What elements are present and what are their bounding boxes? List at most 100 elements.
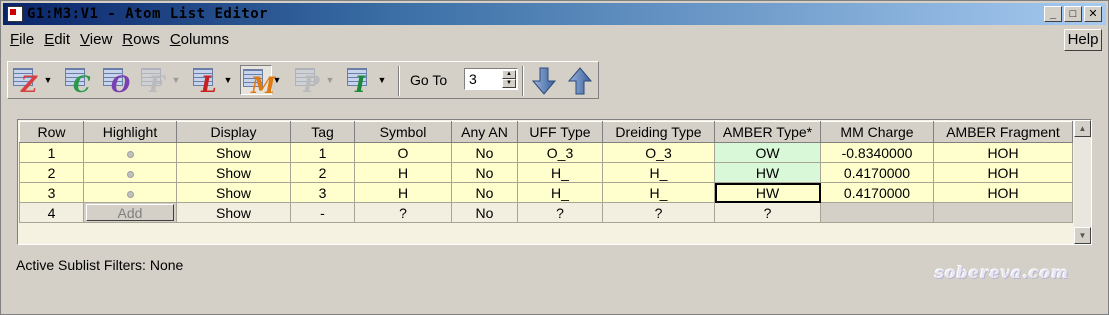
menu-file[interactable]: File [5,29,39,51]
uff-type-cell[interactable]: H_ [517,182,603,203]
display-cell[interactable]: Show [176,182,291,203]
mm-charge-cell[interactable]: 0.4170000 [820,162,934,183]
row-number[interactable]: 4 [19,202,84,223]
dreiding-type-cell[interactable]: H_ [602,182,715,203]
header-amber-type[interactable]: AMBER Type* [714,121,821,143]
highlight-cell[interactable] [83,162,177,183]
header-uff-type[interactable]: UFF Type [517,121,603,143]
dreiding-type-cell[interactable]: O_3 [602,142,715,163]
highlight-dot-icon [126,170,134,178]
mm-charge-cell[interactable]: -0.8340000 [820,142,934,163]
f-dropdown-icon[interactable]: ▼ [171,75,181,85]
toolbar-separator [522,66,524,96]
z-matrix-dropdown-icon[interactable]: ▼ [43,75,53,85]
window-title: G1:M3:V1 - Atom List Editor [27,6,269,22]
menu-columns[interactable]: Columns [165,29,234,51]
new-row[interactable]: 4 Add Show - ? No ? ? ? [19,202,1073,223]
p-tool[interactable]: P ▼ [293,65,335,98]
row-number[interactable]: 1 [19,142,84,163]
header-mm-charge[interactable]: MM Charge [820,121,934,143]
i-tool[interactable]: I ▼ [345,65,387,98]
display-cell[interactable]: Show [176,202,291,223]
display-cell[interactable]: Show [176,162,291,183]
maximize-button[interactable]: □ [1064,6,1082,22]
header-tag[interactable]: Tag [290,121,355,143]
symbol-cell[interactable]: H [354,182,452,203]
header-row-number[interactable]: Row [19,121,84,143]
tag-cell[interactable]: - [290,202,355,223]
atom-list-editor-window: G1:M3:V1 - Atom List Editor _ □ ✕ File E… [0,0,1109,315]
goto-input[interactable] [466,70,503,88]
f-tool[interactable]: F ▼ [139,65,181,98]
tag-cell[interactable]: 1 [290,142,355,163]
l-tool[interactable]: L ▼ [191,65,233,98]
atom-table: Row Highlight Display Tag Symbol Any AN … [17,119,1092,245]
filters-value: None [149,257,184,273]
amber-type-cell-selected[interactable]: HW [714,182,821,203]
menu-bar: File Edit View Rows Columns [5,29,234,51]
l-dropdown-icon[interactable]: ▼ [223,75,233,85]
amber-fragment-cell[interactable]: HOH [933,162,1073,183]
header-symbol[interactable]: Symbol [354,121,452,143]
i-dropdown-icon[interactable]: ▼ [377,75,387,85]
m-tool[interactable]: M ▼ [240,65,282,99]
menu-view[interactable]: View [75,29,117,51]
spin-down-icon[interactable]: ▼ [502,79,516,88]
move-up-button[interactable] [566,66,594,96]
any-an-cell[interactable]: No [451,202,518,223]
minimize-button[interactable]: _ [1044,6,1062,22]
table-row[interactable]: 3 Show 3 H No H_ H_ HW 0.4170000 HOH [19,182,1073,203]
tag-cell[interactable]: 3 [290,182,355,203]
header-any-an[interactable]: Any AN [451,121,518,143]
p-dropdown-icon[interactable]: ▼ [325,75,335,85]
uff-type-cell[interactable]: H_ [517,162,603,183]
menu-rows[interactable]: Rows [117,29,165,51]
symbol-cell[interactable]: ? [354,202,452,223]
menu-edit[interactable]: Edit [39,29,75,51]
dreiding-type-cell[interactable]: ? [602,202,715,223]
table-row[interactable]: 2 Show 2 H No H_ H_ HW 0.4170000 HOH [19,162,1073,183]
amber-type-cell[interactable]: HW [714,162,821,183]
goto-spinner[interactable]: ▲ ▼ [464,68,518,90]
row-number[interactable]: 3 [19,182,84,203]
amber-fragment-cell[interactable] [933,202,1073,223]
scroll-down-icon[interactable]: ▼ [1074,227,1091,244]
header-amber-fragment[interactable]: AMBER Fragment [933,121,1073,143]
any-an-cell[interactable]: No [451,162,518,183]
amber-type-cell[interactable]: ? [714,202,821,223]
toolbar: Z ▼ C O F ▼ L ▼ M ▼ P ▼ I ▼ Go To 3 ▲ ▼ [7,61,599,99]
uff-type-cell[interactable]: O_3 [517,142,603,163]
spin-up-icon[interactable]: ▲ [502,70,516,79]
vertical-scrollbar[interactable]: ▲ ▼ [1074,120,1091,244]
add-cell[interactable]: Add [83,202,177,223]
mm-charge-cell[interactable]: 0.4170000 [820,182,934,203]
amber-fragment-cell[interactable]: HOH [933,142,1073,163]
z-matrix-tool[interactable]: Z ▼ [11,65,53,98]
uff-type-cell[interactable]: ? [517,202,603,223]
cartesian-tool[interactable]: C [63,65,95,98]
o-tool[interactable]: O [101,65,133,98]
row-number[interactable]: 2 [19,162,84,183]
any-an-cell[interactable]: No [451,142,518,163]
header-highlight[interactable]: Highlight [83,121,177,143]
amber-type-cell[interactable]: OW [714,142,821,163]
scroll-up-icon[interactable]: ▲ [1074,120,1091,137]
amber-fragment-cell[interactable]: HOH [933,182,1073,203]
header-display[interactable]: Display [176,121,291,143]
symbol-cell[interactable]: H [354,162,452,183]
highlight-cell[interactable] [83,182,177,203]
display-cell[interactable]: Show [176,142,291,163]
mm-charge-cell[interactable] [820,202,934,223]
highlight-cell[interactable] [83,142,177,163]
symbol-cell[interactable]: O [354,142,452,163]
close-button[interactable]: ✕ [1084,6,1102,22]
dreiding-type-cell[interactable]: H_ [602,162,715,183]
add-row-button[interactable]: Add [86,204,174,221]
arrow-down-icon [531,67,557,95]
header-dreiding-type[interactable]: Dreiding Type [602,121,715,143]
tag-cell[interactable]: 2 [290,162,355,183]
move-down-button[interactable] [530,66,558,96]
help-button[interactable]: Help [1064,29,1102,51]
any-an-cell[interactable]: No [451,182,518,203]
table-row[interactable]: 1 Show 1 O No O_3 O_3 OW -0.8340000 HOH [19,142,1073,163]
